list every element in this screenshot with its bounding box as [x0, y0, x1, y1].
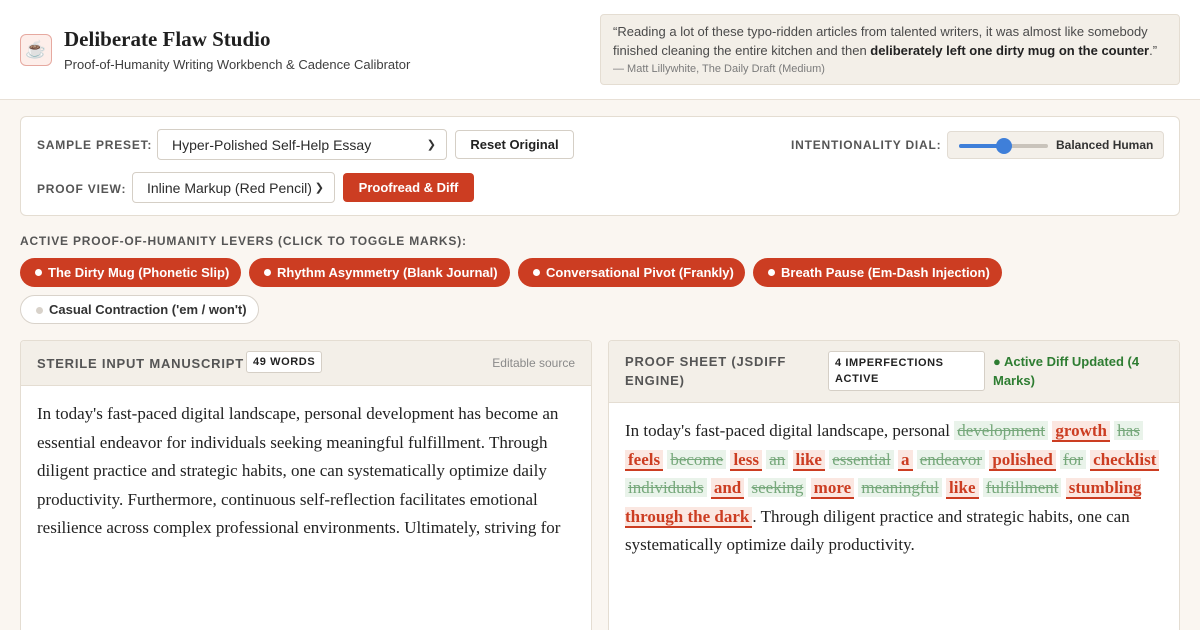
proof-prefix: In today's fast-paced digital landscape,… [625, 421, 951, 440]
toggle-dot-icon [768, 269, 775, 276]
preset-select-value: Hyper-Polished Self-Help Essay [172, 136, 372, 153]
input-manuscript-text[interactable]: In today's fast-paced digital landscape,… [37, 400, 573, 543]
intentionality-dial: Balanced Human [947, 131, 1164, 159]
lever-breath-pause[interactable]: Breath Pause (Em-Dash Injection) [753, 258, 1002, 287]
diff-insertion[interactable]: polished [989, 449, 1056, 471]
input-panel-header: STERILE INPUT MANUSCRIPT 49 WORDS Editab… [21, 341, 591, 386]
diff-insertion[interactable]: and [710, 478, 745, 499]
levers-heading: ACTIVE PROOF-OF-HUMANITY LEVERS (CLICK T… [20, 234, 467, 248]
editable-source-hint: Editable source [492, 356, 575, 370]
app-header: ☕ Deliberate Flaw Studio Proof-of-Humani… [0, 0, 1200, 100]
toggle-dot-icon [533, 269, 540, 276]
proofread-diff-button[interactable]: Proofread & Diff [343, 173, 474, 202]
proof-panel-title: PROOF SHEET (JSDIFF ENGINE) [625, 354, 787, 388]
controls-panel: SAMPLE PRESET: Hyper-Polished Self-Help … [20, 116, 1180, 216]
lever-label: Conversational Pivot (Frankly) [546, 265, 734, 280]
diff-deletion: seeking [748, 478, 807, 497]
diff-deletion: meaningful [858, 478, 942, 497]
input-panel: STERILE INPUT MANUSCRIPT 49 WORDS Editab… [20, 340, 592, 630]
diff-status: ● Active Diff Updated (4 Marks) [993, 354, 1140, 388]
toggle-dot-icon [35, 269, 42, 276]
app-title: Deliberate Flaw Studio [64, 27, 271, 51]
lever-label: The Dirty Mug (Phonetic Slip) [48, 265, 230, 280]
diff-insertion[interactable]: like [946, 478, 979, 499]
quote-text-end: .” [1149, 43, 1158, 58]
lever-label: Breath Pause (Em-Dash Injection) [781, 265, 990, 280]
preset-select[interactable]: Hyper-Polished Self-Help Essay ❯ [157, 129, 447, 160]
coffee-mug-icon: ☕ [20, 34, 52, 66]
word-count-badge: 49 WORDS [246, 351, 323, 373]
proof-panel-header: PROOF SHEET (JSDIFF ENGINE) 4 IMPERFECTI… [609, 341, 1179, 403]
proof-view-select[interactable]: Inline Markup (Red Pencil) ❯ [132, 172, 335, 203]
diff-insertion[interactable]: checklist [1090, 449, 1160, 471]
diff-deletion: become [667, 449, 727, 469]
diff-deletion: endeavor [916, 449, 986, 469]
diff-deletion: an [766, 449, 789, 469]
diff-deletion: fulfillment [982, 478, 1062, 497]
lever-label: Casual Contraction ('em / won't) [49, 302, 247, 317]
quote-text: “Reading a lot of these typo-ridden arti… [613, 22, 1167, 60]
lever-label: Rhythm Asymmetry (Blank Journal) [277, 265, 498, 280]
toggle-dot-icon [36, 307, 43, 314]
dial-label: INTENTIONALITY DIAL: [791, 138, 942, 152]
lever-conversational-pivot[interactable]: Conversational Pivot (Frankly) [518, 258, 745, 287]
diff-deletion: has [1114, 421, 1143, 440]
dial-value: Balanced Human [1056, 138, 1154, 152]
app-subtitle: Proof-of-Humanity Writing Workbench & Ca… [64, 57, 411, 72]
lever-casual-contraction[interactable]: Casual Contraction ('em / won't) [20, 295, 259, 324]
imperfections-badge: 4 IMPERFECTIONS ACTIVE [828, 351, 985, 391]
diff-deletion: development [954, 421, 1049, 440]
diff-insertion[interactable]: growth [1052, 421, 1110, 442]
lever-dirty-mug[interactable]: The Dirty Mug (Phonetic Slip) [20, 258, 241, 287]
diff-deletion: essential [829, 449, 894, 469]
diff-insertion[interactable]: more [810, 478, 855, 499]
reset-original-button[interactable]: Reset Original [455, 130, 574, 159]
diff-deletion: individuals [625, 478, 707, 497]
diff-insertion[interactable]: less [730, 449, 762, 471]
pull-quote: “Reading a lot of these typo-ridden arti… [600, 14, 1180, 85]
chevron-down-icon: ❯ [314, 182, 324, 194]
proof-sheet-text: In today's fast-paced digital landscape,… [625, 417, 1161, 560]
diff-insertion[interactable]: a [898, 449, 913, 471]
proof-panel: PROOF SHEET (JSDIFF ENGINE) 4 IMPERFECTI… [608, 340, 1180, 630]
toggle-dot-icon [264, 269, 271, 276]
slider-thumb[interactable] [995, 138, 1012, 154]
diff-insertion[interactable]: feels [625, 449, 664, 471]
proof-view-value: Inline Markup (Red Pencil) [147, 179, 312, 196]
diff-insertion[interactable]: like [792, 449, 825, 471]
input-panel-title: STERILE INPUT MANUSCRIPT [37, 356, 244, 371]
lever-rhythm-asymmetry[interactable]: Rhythm Asymmetry (Blank Journal) [249, 258, 510, 287]
preset-label: SAMPLE PRESET: [37, 138, 153, 152]
diff-deletion: for [1060, 449, 1086, 469]
intentionality-slider[interactable] [959, 138, 1048, 154]
proof-view-label: PROOF VIEW: [37, 182, 127, 196]
quote-text-bold: deliberately left one dirty mug on the c… [870, 43, 1150, 58]
chevron-down-icon: ❯ [426, 139, 436, 151]
quote-citation: — Matt Lillywhite, The Daily Draft (Medi… [613, 63, 825, 75]
